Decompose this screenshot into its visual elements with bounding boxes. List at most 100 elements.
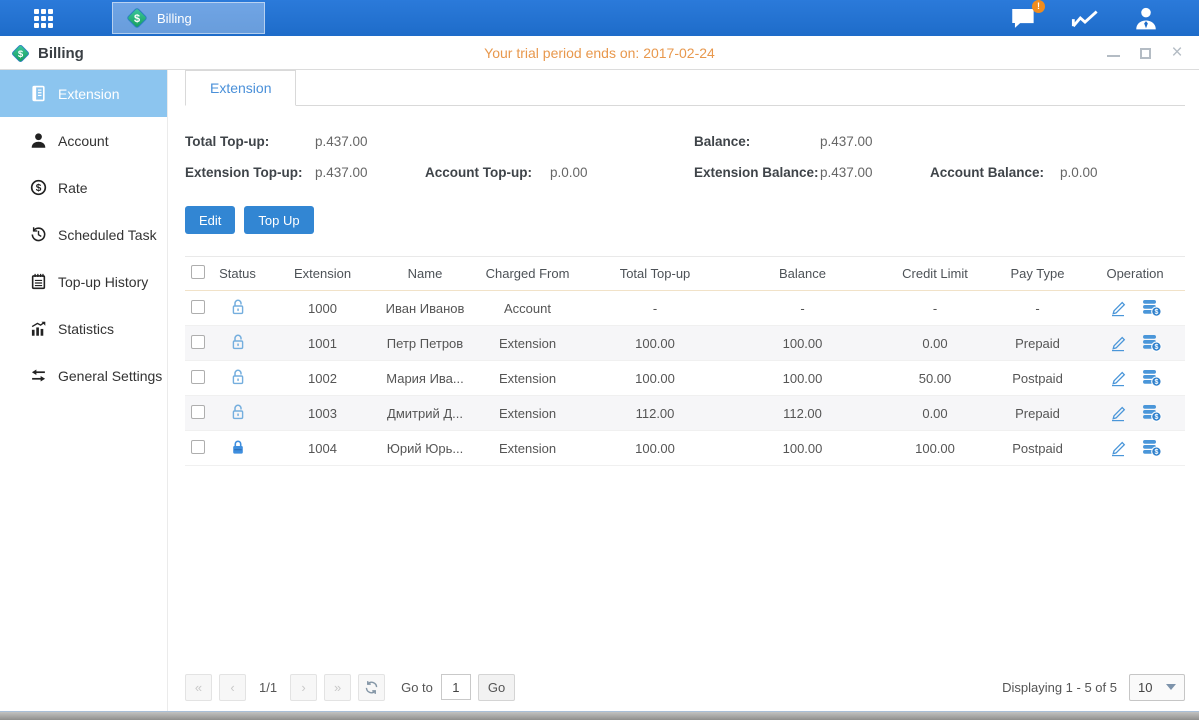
last-page-button[interactable]: » (324, 674, 351, 701)
sidebar-item-general-settings[interactable]: General Settings (0, 352, 167, 399)
topup-icon[interactable]: $ (1141, 369, 1162, 387)
select-all-cell (185, 257, 210, 291)
sidebar-item-account[interactable]: Account (0, 117, 167, 164)
column-header[interactable]: Extension (265, 257, 380, 291)
svg-text:$: $ (1154, 344, 1158, 351)
sidebar-item-scheduled-task[interactable]: Scheduled Task (0, 211, 167, 258)
topup-icon[interactable]: $ (1141, 299, 1162, 317)
credit-limit-cell: 50.00 (880, 361, 990, 396)
goto-page-input[interactable] (441, 674, 471, 700)
sidebar-item-statistics[interactable]: Statistics (0, 305, 167, 352)
sidebar-item-label: Account (58, 133, 109, 149)
sidebar-item-label: Extension (58, 86, 119, 102)
svg-text:$: $ (1154, 414, 1158, 421)
edit-icon[interactable] (1109, 370, 1127, 387)
page-size-select[interactable]: 10 (1129, 674, 1185, 701)
extension-balance-value: p.437.00 (820, 165, 930, 180)
prev-page-button[interactable]: ‹ (219, 674, 246, 701)
edit-button[interactable]: Edit (185, 206, 235, 234)
minimize-button[interactable] (1105, 45, 1121, 61)
messages-icon[interactable]: ! (1010, 6, 1037, 30)
charged-from-cell: Extension (470, 361, 585, 396)
extension-topup-label: Extension Top-up: (185, 165, 315, 180)
topup-icon[interactable]: $ (1141, 404, 1162, 422)
column-header[interactable]: Status (210, 257, 265, 291)
refresh-button[interactable] (358, 674, 385, 701)
total-topup-cell: - (585, 291, 725, 326)
lock-closed-icon (230, 438, 246, 456)
top-up-button[interactable]: Top Up (244, 206, 313, 234)
row-checkbox[interactable] (191, 335, 205, 349)
column-header[interactable]: Total Top-up (585, 257, 725, 291)
svg-text:$: $ (36, 183, 42, 194)
sidebar-item-top-up-history[interactable]: Top-up History (0, 258, 167, 305)
topup-icon[interactable]: $ (1141, 334, 1162, 352)
balance-cell: 100.00 (725, 361, 880, 396)
row-checkbox[interactable] (191, 300, 205, 314)
account-topup-label: Account Top-up: (425, 165, 550, 180)
extension-cell: 1002 (265, 361, 380, 396)
edit-icon[interactable] (1109, 300, 1127, 317)
first-page-button[interactable]: « (185, 674, 212, 701)
topup-history-icon (30, 273, 47, 290)
charged-from-cell: Account (470, 291, 585, 326)
total-topup-cell: 100.00 (585, 431, 725, 466)
column-header[interactable]: Operation (1085, 257, 1185, 291)
window-title: Billing (38, 45, 84, 62)
name-cell: Дмитрий Д... (380, 396, 470, 431)
edit-icon[interactable] (1109, 440, 1127, 457)
row-checkbox[interactable] (191, 405, 205, 419)
table-row: 1004Юрий Юрь...Extension100.00100.00100.… (185, 431, 1185, 466)
topbar-tab-billing[interactable]: $ Billing (112, 2, 265, 34)
trial-notice: Your trial period ends on: 2017-02-24 (0, 36, 1199, 70)
next-page-button[interactable]: › (290, 674, 317, 701)
column-header[interactable]: Credit Limit (880, 257, 990, 291)
app-launcher-icon[interactable] (34, 9, 72, 28)
top-bar: $ Billing ! (0, 0, 1199, 36)
name-cell: Мария Ива... (380, 361, 470, 396)
row-checkbox[interactable] (191, 440, 205, 454)
sidebar-item-label: General Settings (58, 368, 162, 384)
edit-icon[interactable] (1109, 405, 1127, 422)
column-header[interactable]: Charged From (470, 257, 585, 291)
billing-diamond-icon: $ (125, 6, 149, 30)
sidebar-item-label: Scheduled Task (58, 227, 157, 243)
charged-from-cell: Extension (470, 396, 585, 431)
account-icon (30, 132, 47, 149)
name-cell: Юрий Юрь... (380, 431, 470, 466)
sidebar-item-rate[interactable]: $Rate (0, 164, 167, 211)
extension-cell: 1003 (265, 396, 380, 431)
balance-cell: - (725, 291, 880, 326)
account-topup-value: p.0.00 (550, 165, 694, 180)
displaying-info: Displaying 1 - 5 of 5 (1002, 680, 1117, 695)
select-all-checkbox[interactable] (191, 265, 205, 279)
column-header[interactable]: Pay Type (990, 257, 1085, 291)
balance-value: p.437.00 (820, 134, 930, 149)
balance-label: Balance: (694, 134, 820, 149)
topup-icon[interactable]: $ (1141, 439, 1162, 457)
extension-cell: 1000 (265, 291, 380, 326)
reports-chart-icon[interactable] (1071, 6, 1099, 30)
window-title-bar: Your trial period ends on: 2017-02-24 $ … (0, 36, 1199, 70)
column-header[interactable]: Name (380, 257, 470, 291)
total-topup-label: Total Top-up: (185, 134, 315, 149)
svg-text:$: $ (1154, 449, 1158, 456)
account-balance-value: p.0.00 (1060, 165, 1185, 180)
extension-topup-value: p.437.00 (315, 165, 425, 180)
maximize-button[interactable] (1137, 45, 1153, 61)
credit-limit-cell: - (880, 291, 990, 326)
total-topup-cell: 100.00 (585, 361, 725, 396)
extension-balance-label: Extension Balance: (694, 165, 820, 180)
go-button[interactable]: Go (478, 674, 515, 701)
column-header[interactable]: Balance (725, 257, 880, 291)
row-checkbox[interactable] (191, 370, 205, 384)
pagination-bar: « ‹ 1/1 › » Go to (185, 673, 1185, 701)
statistics-icon (30, 320, 47, 337)
user-account-icon[interactable] (1133, 6, 1159, 31)
charged-from-cell: Extension (470, 326, 585, 361)
sidebar-item-extension[interactable]: Extension (0, 70, 167, 117)
edit-icon[interactable] (1109, 335, 1127, 352)
close-button[interactable]: × (1169, 45, 1185, 61)
tab-extension[interactable]: Extension (185, 70, 296, 106)
main-content: Extension Total Top-up: p.437.00 Balance… (168, 70, 1199, 711)
